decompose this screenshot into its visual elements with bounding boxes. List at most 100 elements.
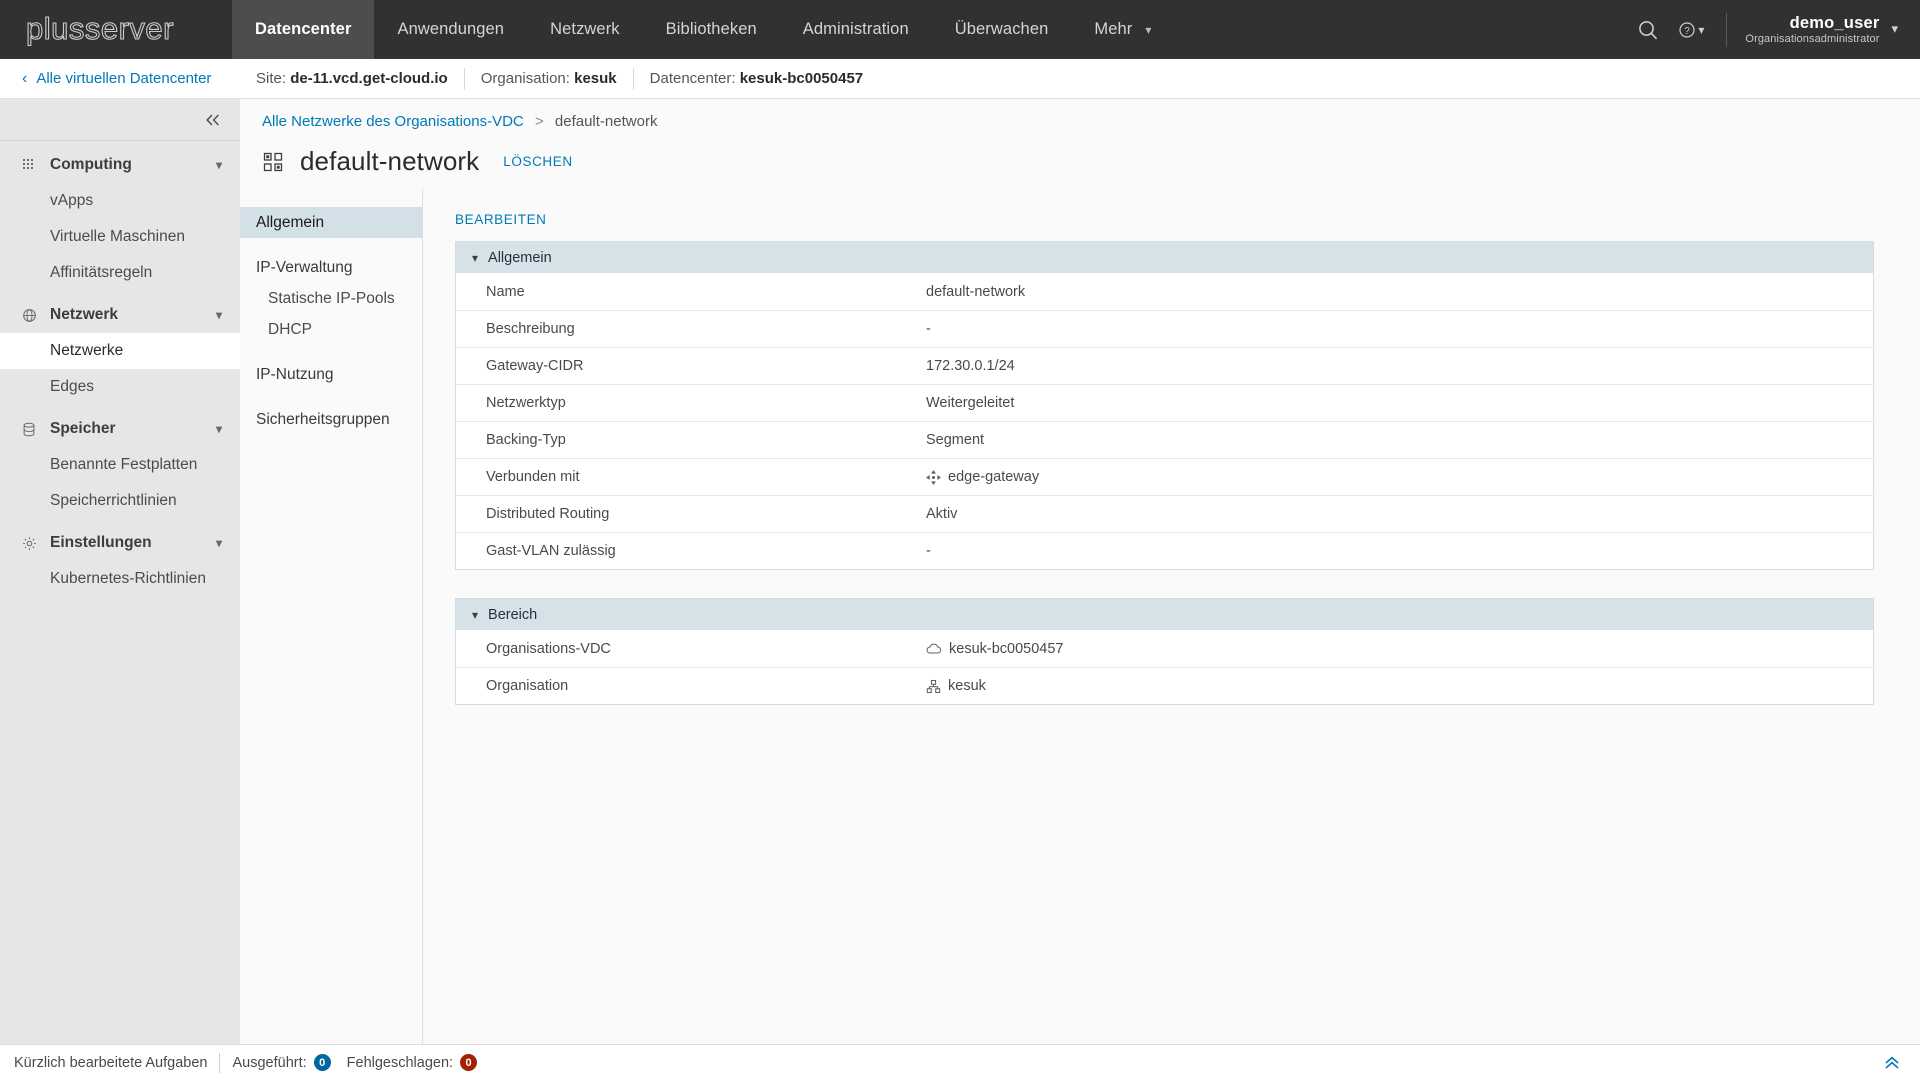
row-value-wrap: -: [926, 321, 931, 337]
nav-divider: [1726, 12, 1728, 47]
nav-item-anwendungen[interactable]: Anwendungen: [374, 0, 527, 59]
context-dc-value: kesuk-bc0050457: [739, 70, 864, 87]
row-value: Weitergeleitet: [926, 395, 1015, 411]
sidebar-item-virtuelle-maschinen[interactable]: Virtuelle Maschinen: [0, 219, 240, 255]
help-button[interactable]: ? ▾: [1670, 21, 1712, 39]
row-value-wrap: kesuk: [926, 678, 986, 694]
expand-tasks-button[interactable]: [1882, 1054, 1902, 1072]
user-name: demo_user: [1789, 13, 1880, 32]
sidebar-item-label: Virtuelle Maschinen: [50, 228, 185, 245]
row-value: 172.30.0.1/24: [926, 358, 1015, 374]
row-value: Segment: [926, 432, 985, 448]
tab-label: DHCP: [268, 320, 312, 338]
nav-label: Administration: [802, 20, 909, 38]
status-badge: 0: [313, 1054, 331, 1071]
tab-sicherheitsgruppen[interactable]: Sicherheitsgruppen: [240, 404, 422, 435]
chevron-down-icon: ▾: [1698, 22, 1705, 37]
table-row: Gateway-CIDR 172.30.0.1/24: [456, 347, 1873, 384]
section-title: Allgemein: [488, 249, 552, 266]
row-value-wrap: 172.30.0.1/24: [926, 358, 1015, 374]
sidebar-item-edges[interactable]: Edges: [0, 369, 240, 405]
section-title: Bereich: [488, 606, 538, 623]
section-header-allgemein[interactable]: ▾ Allgemein: [456, 242, 1873, 273]
tab-ip-nutzung[interactable]: IP-Nutzung: [240, 359, 422, 390]
recent-tasks-label[interactable]: Kürzlich bearbeitete Aufgaben: [14, 1055, 207, 1071]
nav-item-administration[interactable]: Administration: [780, 0, 932, 59]
sidebar-group-einstellungen[interactable]: Einstellungen ▾: [0, 525, 240, 561]
chevron-down-icon: ▾: [215, 422, 222, 436]
nav-item-datencenter[interactable]: Datencenter: [232, 0, 375, 59]
sidebar-item-label: Affinitätsregeln: [50, 264, 153, 281]
brand-logo[interactable]: plusserver: [0, 0, 232, 59]
chevron-down-icon: ▾: [472, 607, 479, 622]
sidebar-item-affinitaetsregeln[interactable]: Affinitätsregeln: [0, 255, 240, 291]
table-row: Verbunden mit edge-gateway: [456, 458, 1873, 495]
row-value: -: [926, 321, 931, 337]
page-title-row: default-network LÖSCHEN: [262, 146, 1920, 189]
context-site-value: de-11.vcd.get-cloud.io: [290, 70, 448, 87]
section-header-bereich[interactable]: ▾ Bereich: [456, 599, 1873, 630]
search-button[interactable]: [1626, 0, 1670, 59]
tab-label: Statische IP-Pools: [268, 289, 395, 307]
chevron-down-icon: ▾: [215, 158, 222, 172]
sidebar-group-speicher[interactable]: Speicher ▾: [0, 411, 240, 447]
failed-label: Fehlgeschlagen:: [346, 1054, 454, 1071]
edit-button[interactable]: BEARBEITEN: [455, 212, 547, 227]
sidebar-group-netzwerk[interactable]: Netzwerk ▾: [0, 297, 240, 333]
sidebar-group-computing[interactable]: Computing ▾: [0, 147, 240, 183]
status-bar: Kürzlich bearbeitete Aufgaben Ausgeführt…: [0, 1044, 1920, 1080]
delete-button[interactable]: LÖSCHEN: [503, 154, 572, 169]
tab-label: Sicherheitsgruppen: [256, 410, 390, 428]
row-key: Beschreibung: [486, 321, 575, 337]
sidebar-item-kubernetes-richtlinien[interactable]: Kubernetes-Richtlinien: [0, 561, 240, 597]
breadcrumb: Alle Netzwerke des Organisations-VDC > d…: [262, 113, 1920, 130]
divider: [219, 1052, 221, 1073]
sidebar-collapse-button[interactable]: [0, 99, 240, 141]
context-datacenter: Datencenter: kesuk-bc0050457: [634, 70, 880, 87]
sidebar-item-label: Speicherrichtlinien: [50, 492, 177, 509]
row-key: Name: [486, 283, 525, 300]
row-key: Distributed Routing: [486, 506, 610, 522]
sidebar-item-speicherrichtlinien[interactable]: Speicherrichtlinien: [0, 483, 240, 519]
tab-statische-ip-pools[interactable]: Statische IP-Pools: [240, 283, 422, 314]
tab-dhcp[interactable]: DHCP: [240, 314, 422, 345]
cloud-icon: [926, 642, 942, 655]
tab-allgemein[interactable]: Allgemein: [240, 207, 422, 238]
context-org-value: kesuk: [574, 70, 617, 87]
row-value-wrap: edge-gateway: [926, 469, 1039, 485]
sidebar-item-benannte-festplatten[interactable]: Benannte Festplatten: [0, 447, 240, 483]
row-key: Organisation: [486, 678, 569, 694]
tab-label: Allgemein: [256, 213, 325, 231]
row-value: -: [926, 543, 931, 559]
user-menu[interactable]: demo_user Organisationsadministrator ▾: [1741, 14, 1898, 46]
tab-ip-verwaltung[interactable]: IP-Verwaltung: [240, 252, 422, 283]
svg-text:?: ?: [1685, 26, 1691, 37]
sidebar-item-netzwerke[interactable]: Netzwerke: [0, 333, 240, 369]
gear-icon: [22, 536, 42, 551]
row-value: kesuk: [948, 678, 986, 694]
nav-item-ueberwachen[interactable]: Überwachen: [932, 0, 1072, 59]
table-row: Netzwerktyp Weitergeleitet: [456, 384, 1873, 421]
nav-item-bibliotheken[interactable]: Bibliotheken: [643, 0, 780, 59]
nav-item-mehr[interactable]: Mehr ▾: [1071, 0, 1174, 59]
globe-icon: [22, 308, 42, 323]
row-value: Aktiv: [926, 506, 958, 522]
tab-label: IP-Nutzung: [256, 365, 334, 383]
nav-item-netzwerk[interactable]: Netzwerk: [527, 0, 643, 59]
tab-label: IP-Verwaltung: [256, 258, 353, 276]
breadcrumb-link-all-networks[interactable]: Alle Netzwerke des Organisations-VDC: [262, 113, 524, 130]
chevron-down-icon: ▾: [472, 250, 479, 265]
table-row: Organisations-VDC kesuk-bc0050457: [456, 630, 1873, 667]
nav-label: Überwachen: [954, 20, 1049, 38]
row-value-wrap: kesuk-bc0050457: [926, 641, 1063, 657]
row-key: Gateway-CIDR: [486, 358, 584, 374]
main-content: Alle Netzwerke des Organisations-VDC > d…: [240, 99, 1920, 1044]
sidebar-item-vapps[interactable]: vApps: [0, 183, 240, 219]
table-row: Backing-Typ Segment: [456, 421, 1873, 458]
app-shell: Computing ▾ vApps Virtuelle Maschinen Af…: [0, 99, 1920, 1044]
back-to-all-vdc-link[interactable]: ‹ Alle virtuellen Datencenter: [0, 70, 240, 87]
context-dc-label: Datencenter:: [649, 70, 736, 87]
sidebar-item-label: Netzwerke: [50, 342, 124, 359]
